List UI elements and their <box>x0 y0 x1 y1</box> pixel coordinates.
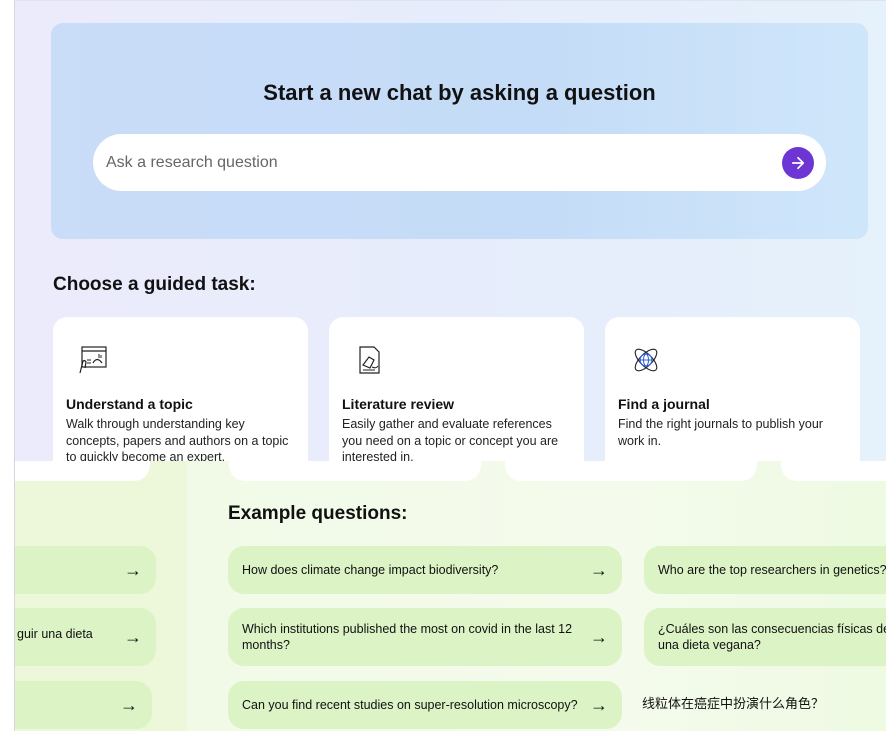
browser-chart-icon <box>79 346 107 374</box>
arrow-right-icon: → <box>590 627 608 647</box>
ghost-card <box>15 461 150 481</box>
example-question-partial[interactable]: → <box>15 546 156 594</box>
hero-title: Start a new chat by asking a question <box>263 80 656 105</box>
arrow-right-icon: → <box>120 695 138 715</box>
card-literature-review[interactable]: Literature review Easily gather and eval… <box>329 317 584 477</box>
atom-globe-icon <box>634 348 658 372</box>
example-question[interactable]: Who are the top researchers in genetics? <box>644 546 886 594</box>
card-find-journal[interactable]: Find a journal Find the right journals t… <box>605 317 860 477</box>
research-question-input[interactable] <box>106 134 746 191</box>
example-questions-heading: Example questions: <box>228 503 408 524</box>
card-description: Walk through understanding key concepts,… <box>66 417 289 464</box>
card-understand-topic[interactable]: Understand a topic Walk through understa… <box>53 317 308 477</box>
card-description: Easily gather and evaluate references yo… <box>342 417 559 464</box>
example-question-partial[interactable]: → <box>15 681 152 729</box>
ghost-card <box>781 461 886 481</box>
card-title: Find a journal <box>618 396 710 412</box>
upper-section: Start a new chat by asking a question Ch… <box>15 1 886 477</box>
example-question-partial[interactable]: guir una dieta → <box>15 608 156 666</box>
arrow-right-icon <box>791 156 805 170</box>
card-title: Understand a topic <box>66 396 193 412</box>
document-hand-icon <box>359 346 380 374</box>
card-description: Find the right journals to publish your … <box>618 417 823 448</box>
example-question[interactable]: Can you find recent studies on super-res… <box>228 681 622 729</box>
arrow-right-icon: → <box>590 695 608 715</box>
arrow-right-icon: → <box>124 627 142 647</box>
example-question[interactable]: 线粒体在癌症中扮演什么角色？ <box>640 681 880 729</box>
arrow-right-icon: → <box>590 560 608 580</box>
app-frame: Start a new chat by asking a question Ch… <box>14 0 886 731</box>
example-question[interactable]: Which institutions published the most on… <box>228 608 622 666</box>
ghost-card <box>505 461 757 481</box>
arrow-right-icon: → <box>124 560 142 580</box>
ghost-card <box>229 461 481 481</box>
examples-section: Example questions: → guir una dieta → → … <box>15 461 886 731</box>
send-button[interactable] <box>782 147 814 179</box>
new-chat-panel: Start a new chat by asking a question <box>51 23 868 239</box>
example-question[interactable]: How does climate change impact biodivers… <box>228 546 622 594</box>
guided-task-heading: Choose a guided task: <box>53 274 256 295</box>
example-question[interactable]: ¿Cuáles son las consecuencias físicas de… <box>644 608 886 666</box>
search-bar <box>93 134 826 191</box>
card-title: Literature review <box>342 396 455 412</box>
